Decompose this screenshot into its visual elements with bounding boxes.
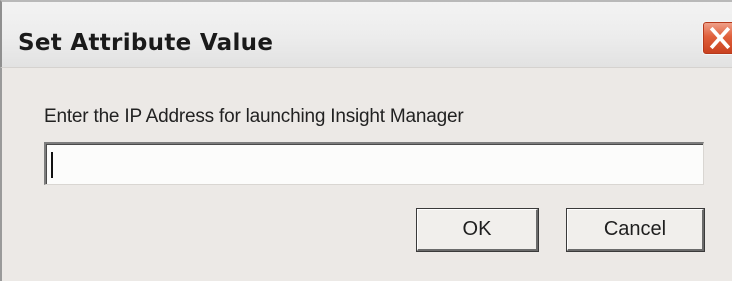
dialog-title: Set Attribute Value bbox=[18, 30, 274, 56]
ip-address-prompt: Enter the IP Address for launching Insig… bbox=[44, 106, 464, 127]
dialog-body: Enter the IP Address for launching Insig… bbox=[0, 67, 732, 281]
set-attribute-value-dialog: Set Attribute Value Enter the IP Address… bbox=[0, 0, 732, 281]
title-bar[interactable]: Set Attribute Value bbox=[0, 0, 732, 67]
cancel-button[interactable]: Cancel bbox=[567, 209, 704, 251]
close-icon bbox=[709, 26, 731, 50]
ip-address-input[interactable] bbox=[44, 142, 704, 185]
close-button[interactable] bbox=[702, 21, 732, 55]
ok-button[interactable]: OK bbox=[417, 209, 538, 251]
text-caret bbox=[51, 152, 53, 178]
